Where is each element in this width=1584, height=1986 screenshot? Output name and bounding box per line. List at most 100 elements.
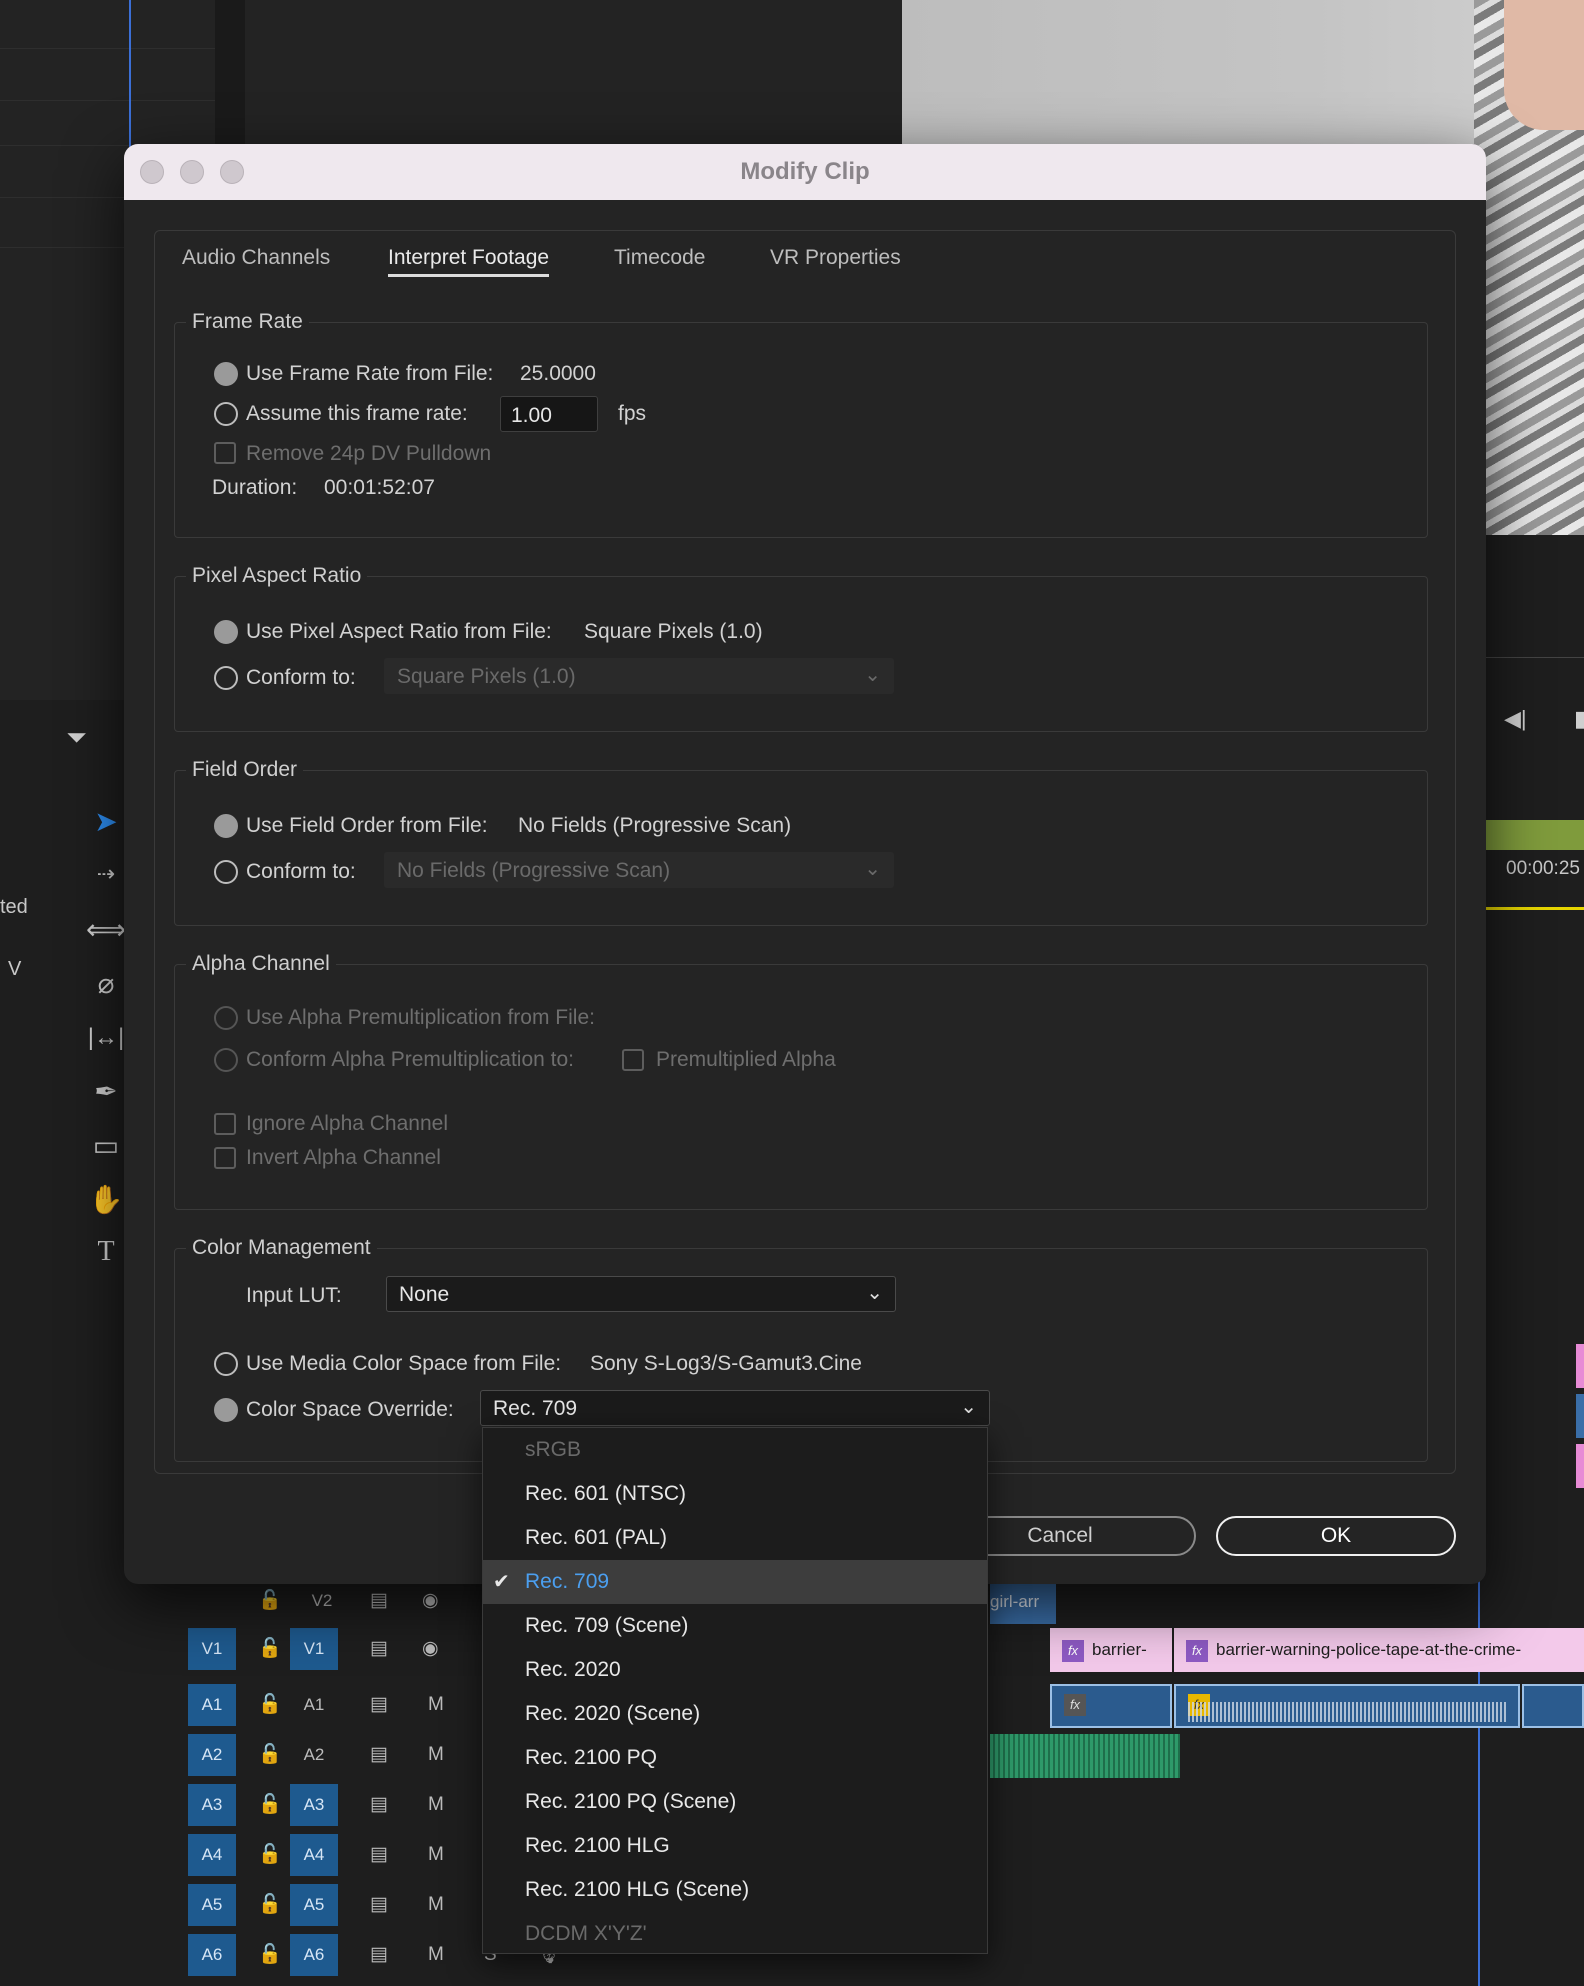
conform-field-order-select[interactable]: No Fields (Progressive Scan) ⌄ bbox=[384, 852, 894, 888]
frame-rate-input[interactable]: 1.00 bbox=[500, 396, 598, 432]
mute-toggle[interactable]: M bbox=[428, 1834, 444, 1876]
source-track-badge[interactable]: A6 bbox=[188, 1934, 236, 1976]
pen-tool-icon[interactable]: ✒ bbox=[86, 1072, 126, 1112]
tab-timecode[interactable]: Timecode bbox=[614, 246, 705, 270]
slip-tool-icon[interactable]: |↔| bbox=[86, 1018, 126, 1058]
conform-par-label: Conform to: bbox=[246, 666, 356, 689]
conform-par-select[interactable]: Square Pixels (1.0) ⌄ bbox=[384, 658, 894, 694]
razor-tool-icon[interactable]: ⌀ bbox=[86, 964, 126, 1004]
lock-icon[interactable]: 🔓 bbox=[258, 1580, 282, 1622]
conform-par-radio[interactable] bbox=[214, 666, 238, 690]
lock-icon[interactable]: 🔓 bbox=[258, 1734, 282, 1776]
input-lut-select[interactable]: None ⌄ bbox=[386, 1276, 896, 1312]
track-label[interactable]: V1 bbox=[290, 1628, 338, 1670]
invert-alpha-checkbox[interactable] bbox=[214, 1147, 236, 1169]
source-track-badge[interactable]: A5 bbox=[188, 1884, 236, 1926]
sync-lock-icon[interactable]: ▤ bbox=[370, 1684, 388, 1726]
sync-lock-icon[interactable]: ▤ bbox=[370, 1784, 388, 1826]
ripple-edit-tool-icon[interactable]: ⟺ bbox=[86, 910, 126, 950]
track-label[interactable]: A6 bbox=[290, 1934, 338, 1976]
filter-icon[interactable]: ⏷ bbox=[66, 722, 87, 754]
lock-icon[interactable]: 🔓 bbox=[258, 1684, 282, 1726]
lock-icon[interactable]: 🔓 bbox=[258, 1834, 282, 1876]
remove-pulldown-checkbox[interactable] bbox=[214, 442, 236, 464]
source-track-badge[interactable]: A1 bbox=[188, 1684, 236, 1726]
track-label[interactable]: A2 bbox=[290, 1734, 338, 1776]
mute-toggle[interactable]: M bbox=[428, 1684, 444, 1726]
eye-icon[interactable]: ◉ bbox=[422, 1580, 439, 1622]
color-space-override-select[interactable]: Rec. 709 ⌄ bbox=[480, 1390, 990, 1426]
lock-icon[interactable]: 🔓 bbox=[258, 1784, 282, 1826]
mute-toggle[interactable]: M bbox=[428, 1934, 444, 1976]
lock-icon[interactable]: 🔓 bbox=[258, 1628, 282, 1670]
track-select-tool-icon[interactable]: ⇢ bbox=[86, 854, 126, 894]
menu-item-rec2100-hlg[interactable]: Rec. 2100 HLG bbox=[483, 1824, 987, 1868]
input-lut-label: Input LUT: bbox=[246, 1284, 342, 1307]
menu-item-rec601-pal[interactable]: Rec. 601 (PAL) bbox=[483, 1516, 987, 1560]
track-label[interactable]: A4 bbox=[290, 1834, 338, 1876]
menu-item-rec2020-scene[interactable]: Rec. 2020 (Scene) bbox=[483, 1692, 987, 1736]
tab-interpret-footage[interactable]: Interpret Footage bbox=[388, 246, 550, 277]
menu-item-rec601-ntsc[interactable]: Rec. 601 (NTSC) bbox=[483, 1472, 987, 1516]
use-media-color-space-radio[interactable] bbox=[214, 1352, 238, 1376]
menu-item-rec709[interactable]: ✔ Rec. 709 bbox=[483, 1560, 987, 1604]
audio-clip[interactable] bbox=[990, 1734, 1180, 1778]
audio-clip[interactable]: fx bbox=[1050, 1684, 1172, 1728]
color-space-override-radio[interactable] bbox=[214, 1398, 238, 1422]
mute-toggle[interactable]: M bbox=[428, 1884, 444, 1926]
sync-lock-icon[interactable]: ▤ bbox=[370, 1580, 388, 1622]
conform-premult-radio[interactable] bbox=[214, 1048, 238, 1072]
type-tool-icon[interactable]: T bbox=[86, 1232, 126, 1272]
ignore-alpha-checkbox[interactable] bbox=[214, 1113, 236, 1135]
modify-clip-dialog: Modify Clip Audio Channels Interpret Foo… bbox=[124, 144, 1486, 1584]
selection-tool-icon[interactable]: ➤ bbox=[86, 802, 126, 842]
mute-toggle[interactable]: M bbox=[428, 1734, 444, 1776]
clip-edge bbox=[1576, 1444, 1584, 1488]
use-frame-rate-radio[interactable] bbox=[214, 362, 238, 386]
step-back-icon[interactable]: ◀| bbox=[1504, 706, 1527, 732]
use-par-value: Square Pixels (1.0) bbox=[584, 620, 763, 643]
assume-frame-rate-radio[interactable] bbox=[214, 402, 238, 426]
audio-clip[interactable]: fx bbox=[1174, 1684, 1520, 1728]
sync-lock-icon[interactable]: ▤ bbox=[370, 1628, 388, 1670]
track-label[interactable]: V2 bbox=[298, 1580, 346, 1622]
source-track-badge[interactable]: A4 bbox=[188, 1834, 236, 1876]
menu-item-rec2100-pq-scene[interactable]: Rec. 2100 PQ (Scene) bbox=[483, 1780, 987, 1824]
source-track-badge[interactable]: A3 bbox=[188, 1784, 236, 1826]
track-label[interactable]: A5 bbox=[290, 1884, 338, 1926]
play-icon[interactable]: ▮ bbox=[1574, 706, 1584, 732]
tab-vr-properties[interactable]: VR Properties bbox=[770, 246, 901, 270]
source-track-badge[interactable]: V1 bbox=[188, 1628, 236, 1670]
use-par-radio[interactable] bbox=[214, 620, 238, 644]
sync-lock-icon[interactable]: ▤ bbox=[370, 1834, 388, 1876]
audio-clip[interactable] bbox=[1522, 1684, 1584, 1728]
menu-item-rec2020[interactable]: Rec. 2020 bbox=[483, 1648, 987, 1692]
clip-edge bbox=[1576, 1344, 1584, 1388]
hand-tool-icon[interactable]: ✋ bbox=[86, 1180, 126, 1220]
ok-button[interactable]: OK bbox=[1216, 1516, 1456, 1556]
tab-audio-channels[interactable]: Audio Channels bbox=[182, 246, 330, 270]
menu-item-rec2100-pq[interactable]: Rec. 2100 PQ bbox=[483, 1736, 987, 1780]
mute-toggle[interactable]: M bbox=[428, 1784, 444, 1826]
sync-lock-icon[interactable]: ▤ bbox=[370, 1934, 388, 1976]
menu-item-rec2100-hlg-scene[interactable]: Rec. 2100 HLG (Scene) bbox=[483, 1868, 987, 1912]
eye-icon[interactable]: ◉ bbox=[422, 1628, 439, 1670]
use-premult-radio[interactable] bbox=[214, 1006, 238, 1030]
lock-icon[interactable]: 🔓 bbox=[258, 1934, 282, 1976]
track-label[interactable]: A1 bbox=[290, 1684, 338, 1726]
use-field-order-radio[interactable] bbox=[214, 814, 238, 838]
source-track-badge[interactable]: A2 bbox=[188, 1734, 236, 1776]
lock-icon[interactable]: 🔓 bbox=[258, 1884, 282, 1926]
premultiplied-alpha-checkbox[interactable] bbox=[622, 1049, 644, 1071]
rectangle-tool-icon[interactable]: ▭ bbox=[86, 1126, 126, 1166]
menu-item-rec709-scene[interactable]: Rec. 709 (Scene) bbox=[483, 1604, 987, 1648]
left-panel-text: ted bbox=[0, 896, 28, 918]
sync-lock-icon[interactable]: ▤ bbox=[370, 1884, 388, 1926]
track-label[interactable]: A3 bbox=[290, 1784, 338, 1826]
clip[interactable]: girl-arr bbox=[990, 1580, 1056, 1624]
color-space-override-value: Rec. 709 bbox=[493, 1397, 578, 1420]
clip[interactable]: fx barrier- bbox=[1050, 1628, 1172, 1672]
conform-field-order-radio[interactable] bbox=[214, 860, 238, 884]
clip[interactable]: fx barrier-warning-police-tape-at-the-cri… bbox=[1174, 1628, 1584, 1672]
sync-lock-icon[interactable]: ▤ bbox=[370, 1734, 388, 1776]
